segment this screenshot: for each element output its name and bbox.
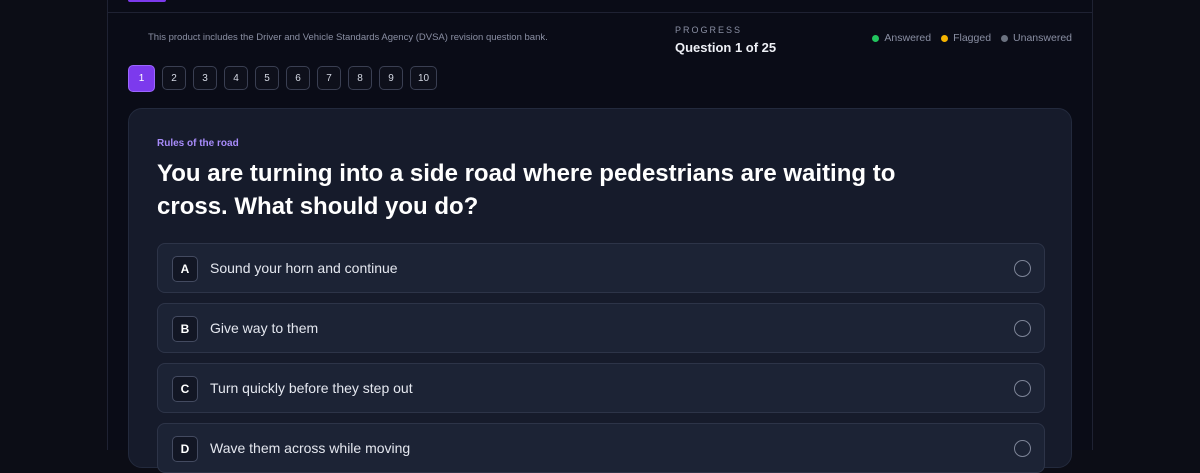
legend-label: Unanswered: [1013, 32, 1072, 44]
legend-label: Answered: [884, 32, 932, 44]
radio-circle-icon[interactable]: [1014, 320, 1031, 337]
option-letter: D: [172, 436, 198, 462]
option-letter: B: [172, 316, 198, 342]
question-nav-button-4[interactable]: 4: [224, 66, 248, 90]
status-legend: Answered Flagged Unanswered: [872, 32, 1072, 44]
top-accent-tab[interactable]: [128, 0, 166, 2]
answer-option-a[interactable]: A Sound your horn and continue: [157, 243, 1045, 293]
dvsa-disclaimer: This product includes the Driver and Veh…: [148, 32, 548, 43]
option-letter: A: [172, 256, 198, 282]
option-text: Sound your horn and continue: [210, 260, 398, 276]
question-nav-button-5[interactable]: 5: [255, 66, 279, 90]
legend-unanswered: Unanswered: [1001, 32, 1072, 44]
question-nav-button-3[interactable]: 3: [193, 66, 217, 90]
option-letter: C: [172, 376, 198, 402]
question-nav-button-2[interactable]: 2: [162, 66, 186, 90]
question-nav-button-1[interactable]: 1: [128, 65, 155, 92]
top-bar: [108, 0, 1092, 13]
option-text: Wave them across while moving: [210, 440, 411, 456]
question-text: You are turning into a side road where p…: [157, 160, 896, 220]
radio-circle-icon[interactable]: [1014, 440, 1031, 457]
question-nav-button-6[interactable]: 6: [286, 66, 310, 90]
answer-option-b[interactable]: B Give way to them: [157, 303, 1045, 353]
answer-option-c[interactable]: C Turn quickly before they step out: [157, 363, 1045, 413]
question-card: Rules of the road You are turning into a…: [128, 108, 1072, 473]
unanswered-dot-icon: [1001, 34, 1009, 42]
progress-label: PROGRESS: [675, 25, 743, 35]
legend-label: Flagged: [953, 32, 992, 44]
option-text: Give way to them: [210, 320, 319, 336]
question-category: Rules of the road: [157, 138, 239, 149]
question-navigator: 1 2 3 4 5 6 7 8 9 10: [128, 65, 437, 92]
option-text: Turn quickly before they step out: [210, 380, 413, 396]
question-nav-button-8[interactable]: 8: [348, 66, 372, 90]
question-nav-button-9[interactable]: 9: [379, 66, 403, 90]
flagged-dot-icon: [941, 34, 949, 42]
radio-circle-icon[interactable]: [1014, 380, 1031, 397]
progress-value: Question 1 of 25: [675, 40, 777, 55]
legend-flagged: Flagged: [941, 32, 991, 44]
answered-dot-icon: [872, 34, 880, 42]
legend-answered: Answered: [872, 32, 931, 44]
radio-circle-icon[interactable]: [1014, 260, 1031, 277]
question-nav-button-7[interactable]: 7: [317, 66, 341, 90]
question-nav-button-10[interactable]: 10: [410, 66, 437, 90]
answer-option-d[interactable]: D Wave them across while moving: [157, 423, 1045, 473]
